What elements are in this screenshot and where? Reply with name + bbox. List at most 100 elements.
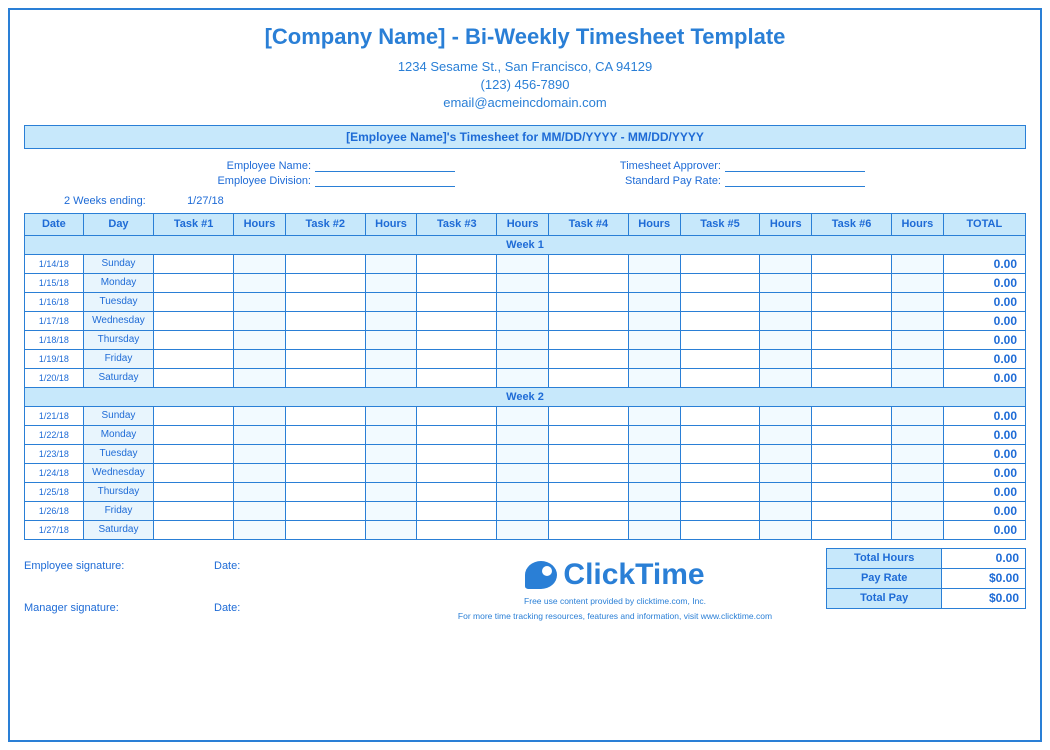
hours-cell[interactable] bbox=[365, 273, 417, 292]
hours-cell[interactable] bbox=[628, 482, 680, 501]
hours-cell[interactable] bbox=[234, 292, 286, 311]
hours-cell[interactable] bbox=[234, 444, 286, 463]
task-cell[interactable] bbox=[548, 273, 628, 292]
task-cell[interactable] bbox=[285, 254, 365, 273]
hours-cell[interactable] bbox=[760, 254, 812, 273]
task-cell[interactable] bbox=[285, 463, 365, 482]
task-cell[interactable] bbox=[680, 349, 760, 368]
task-cell[interactable] bbox=[680, 444, 760, 463]
task-cell[interactable] bbox=[417, 368, 497, 387]
task-cell[interactable] bbox=[154, 444, 234, 463]
task-cell[interactable] bbox=[680, 368, 760, 387]
hours-cell[interactable] bbox=[497, 292, 549, 311]
hours-cell[interactable] bbox=[892, 501, 944, 520]
hours-cell[interactable] bbox=[365, 425, 417, 444]
task-cell[interactable] bbox=[285, 273, 365, 292]
hours-cell[interactable] bbox=[628, 368, 680, 387]
hours-cell[interactable] bbox=[365, 520, 417, 539]
task-cell[interactable] bbox=[154, 254, 234, 273]
hours-cell[interactable] bbox=[234, 254, 286, 273]
task-cell[interactable] bbox=[285, 349, 365, 368]
hours-cell[interactable] bbox=[760, 463, 812, 482]
hours-cell[interactable] bbox=[234, 349, 286, 368]
task-cell[interactable] bbox=[812, 311, 892, 330]
hours-cell[interactable] bbox=[892, 273, 944, 292]
task-cell[interactable] bbox=[548, 482, 628, 501]
hours-cell[interactable] bbox=[628, 292, 680, 311]
hours-cell[interactable] bbox=[497, 520, 549, 539]
hours-cell[interactable] bbox=[234, 482, 286, 501]
task-cell[interactable] bbox=[680, 273, 760, 292]
task-cell[interactable] bbox=[154, 406, 234, 425]
task-cell[interactable] bbox=[285, 482, 365, 501]
hours-cell[interactable] bbox=[497, 425, 549, 444]
hours-cell[interactable] bbox=[497, 273, 549, 292]
task-cell[interactable] bbox=[680, 311, 760, 330]
task-cell[interactable] bbox=[812, 349, 892, 368]
hours-cell[interactable] bbox=[628, 520, 680, 539]
task-cell[interactable] bbox=[680, 406, 760, 425]
hours-cell[interactable] bbox=[628, 330, 680, 349]
task-cell[interactable] bbox=[285, 520, 365, 539]
task-cell[interactable] bbox=[812, 482, 892, 501]
task-cell[interactable] bbox=[154, 368, 234, 387]
hours-cell[interactable] bbox=[760, 292, 812, 311]
task-cell[interactable] bbox=[417, 520, 497, 539]
hours-cell[interactable] bbox=[892, 444, 944, 463]
task-cell[interactable] bbox=[812, 463, 892, 482]
task-cell[interactable] bbox=[548, 311, 628, 330]
task-cell[interactable] bbox=[417, 463, 497, 482]
hours-cell[interactable] bbox=[234, 330, 286, 349]
hours-cell[interactable] bbox=[628, 501, 680, 520]
hours-cell[interactable] bbox=[892, 368, 944, 387]
task-cell[interactable] bbox=[417, 254, 497, 273]
payrate-field[interactable] bbox=[725, 174, 865, 187]
task-cell[interactable] bbox=[285, 444, 365, 463]
hours-cell[interactable] bbox=[892, 292, 944, 311]
hours-cell[interactable] bbox=[234, 368, 286, 387]
hours-cell[interactable] bbox=[892, 482, 944, 501]
task-cell[interactable] bbox=[154, 273, 234, 292]
hours-cell[interactable] bbox=[234, 501, 286, 520]
task-cell[interactable] bbox=[548, 368, 628, 387]
hours-cell[interactable] bbox=[628, 444, 680, 463]
hours-cell[interactable] bbox=[892, 311, 944, 330]
approver-field[interactable] bbox=[725, 159, 865, 172]
task-cell[interactable] bbox=[285, 368, 365, 387]
task-cell[interactable] bbox=[417, 330, 497, 349]
hours-cell[interactable] bbox=[497, 406, 549, 425]
hours-cell[interactable] bbox=[760, 311, 812, 330]
task-cell[interactable] bbox=[548, 406, 628, 425]
hours-cell[interactable] bbox=[892, 330, 944, 349]
hours-cell[interactable] bbox=[365, 482, 417, 501]
task-cell[interactable] bbox=[812, 330, 892, 349]
task-cell[interactable] bbox=[154, 425, 234, 444]
hours-cell[interactable] bbox=[365, 311, 417, 330]
task-cell[interactable] bbox=[680, 463, 760, 482]
task-cell[interactable] bbox=[548, 349, 628, 368]
hours-cell[interactable] bbox=[365, 444, 417, 463]
task-cell[interactable] bbox=[417, 311, 497, 330]
task-cell[interactable] bbox=[548, 292, 628, 311]
task-cell[interactable] bbox=[680, 425, 760, 444]
hours-cell[interactable] bbox=[365, 292, 417, 311]
hours-cell[interactable] bbox=[760, 482, 812, 501]
task-cell[interactable] bbox=[154, 330, 234, 349]
hours-cell[interactable] bbox=[365, 254, 417, 273]
hours-cell[interactable] bbox=[497, 444, 549, 463]
hours-cell[interactable] bbox=[760, 349, 812, 368]
hours-cell[interactable] bbox=[760, 406, 812, 425]
task-cell[interactable] bbox=[417, 444, 497, 463]
hours-cell[interactable] bbox=[234, 406, 286, 425]
hours-cell[interactable] bbox=[628, 425, 680, 444]
task-cell[interactable] bbox=[548, 330, 628, 349]
hours-cell[interactable] bbox=[892, 520, 944, 539]
task-cell[interactable] bbox=[417, 292, 497, 311]
task-cell[interactable] bbox=[812, 425, 892, 444]
hours-cell[interactable] bbox=[628, 406, 680, 425]
task-cell[interactable] bbox=[154, 311, 234, 330]
task-cell[interactable] bbox=[680, 482, 760, 501]
hours-cell[interactable] bbox=[234, 425, 286, 444]
hours-cell[interactable] bbox=[892, 349, 944, 368]
hours-cell[interactable] bbox=[628, 254, 680, 273]
